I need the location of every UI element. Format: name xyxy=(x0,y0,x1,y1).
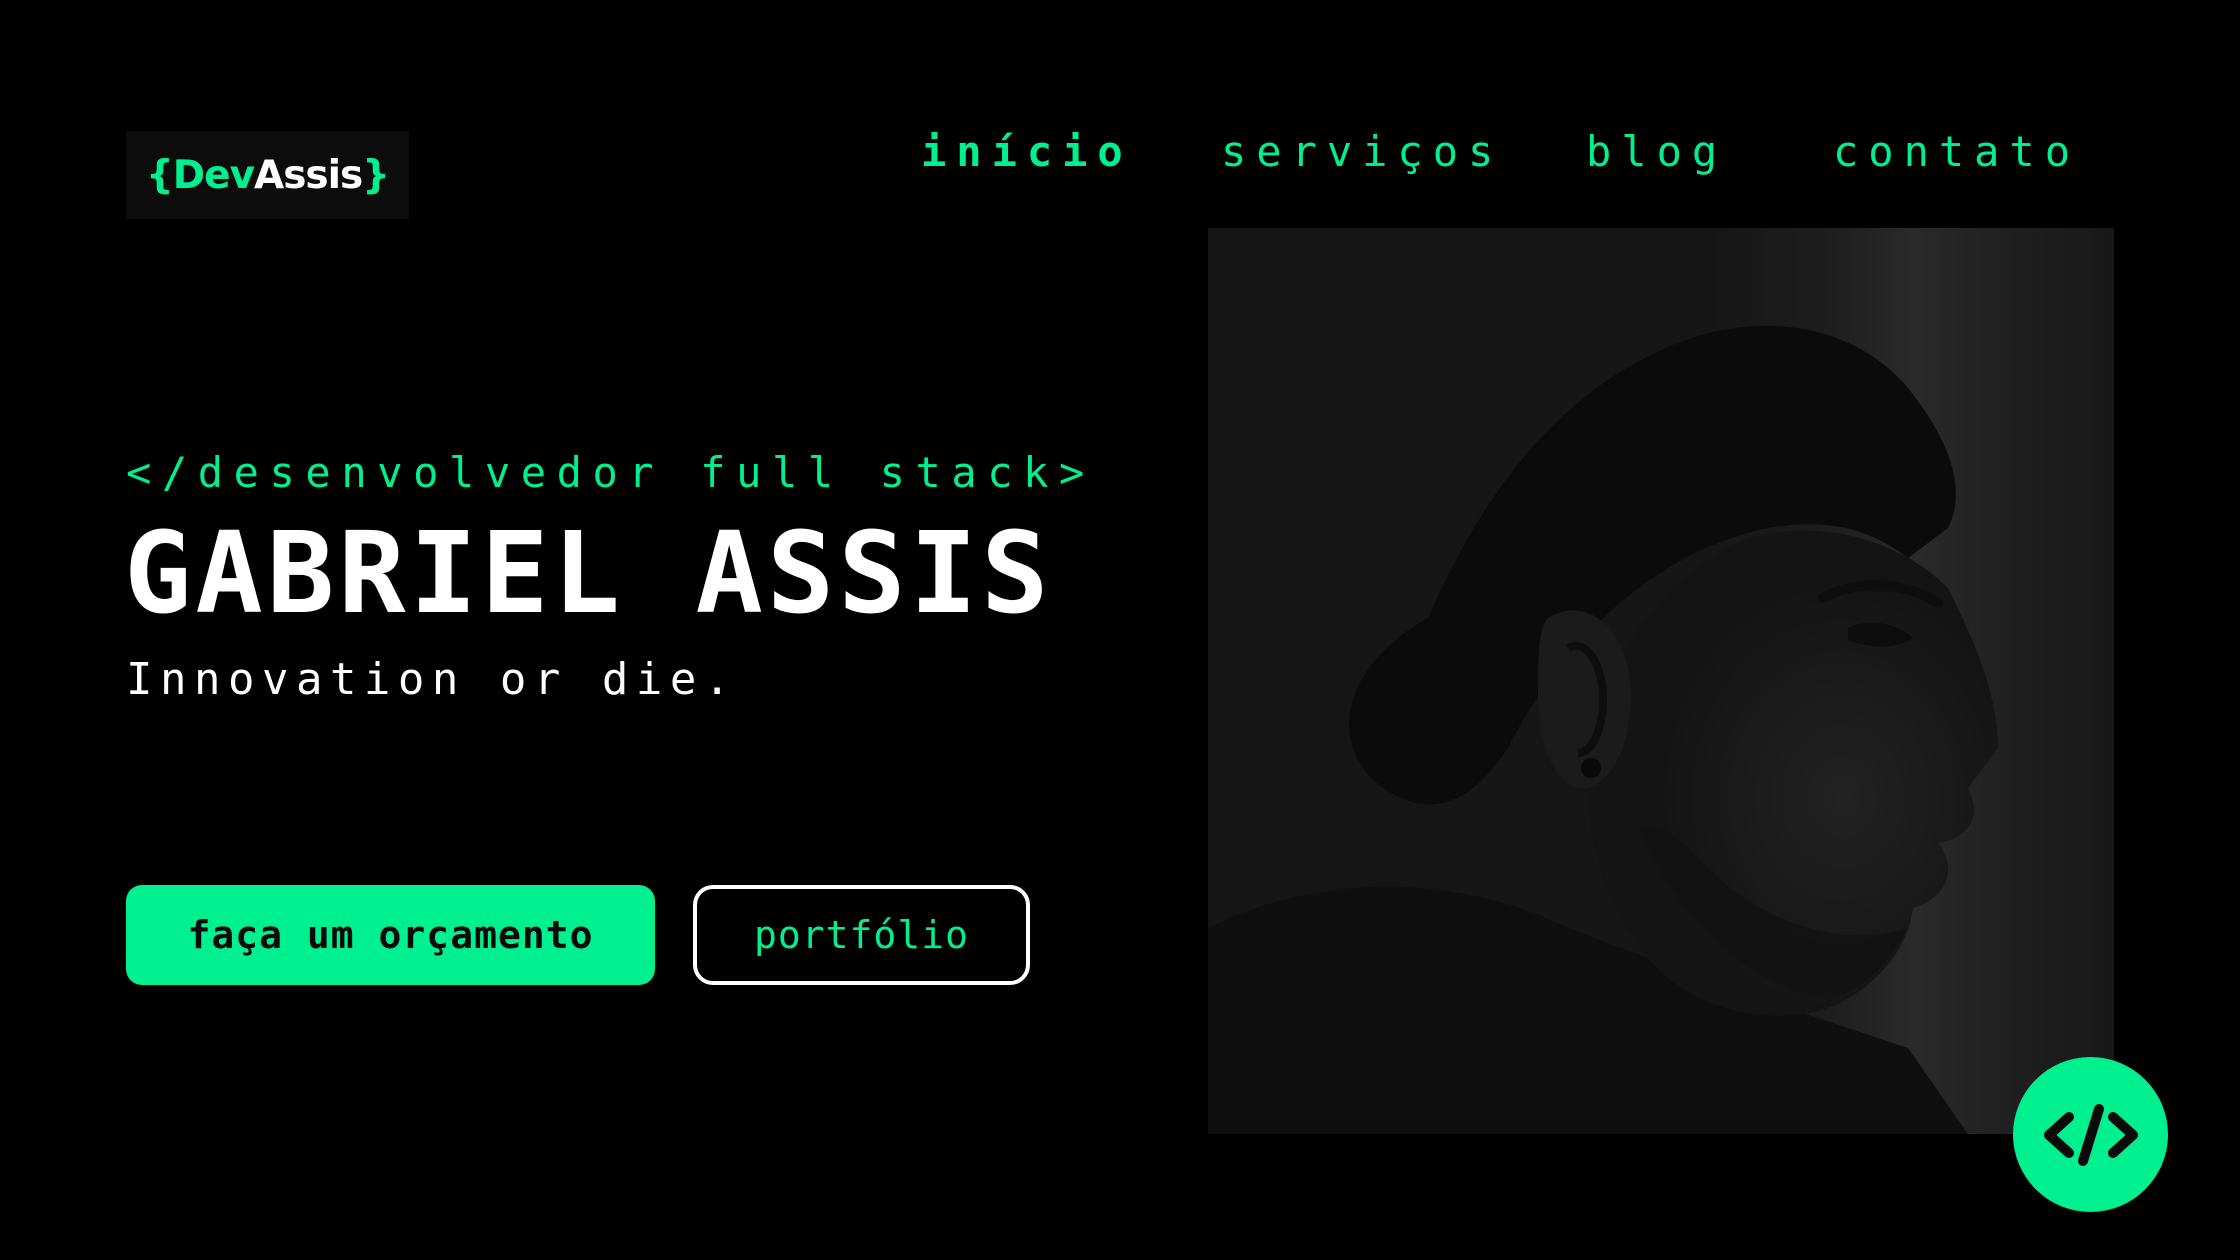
code-icon xyxy=(2043,1103,2138,1166)
nav-item-servicos[interactable]: serviços xyxy=(1221,120,1503,184)
nav-item-blog[interactable]: blog xyxy=(1586,120,1727,184)
nav-item-contato[interactable]: contato xyxy=(1833,120,2080,184)
hero-subtitle: </desenvolvedor full stack> xyxy=(126,448,1095,497)
portrait-photo xyxy=(1208,228,2114,1134)
main-nav: início serviços blog contato xyxy=(0,120,2240,184)
hero-tagline: Innovation or die. xyxy=(126,654,738,705)
nav-item-inicio[interactable]: início xyxy=(921,120,1133,184)
code-button[interactable] xyxy=(2013,1057,2168,1212)
portfolio-button[interactable]: portfólio xyxy=(693,885,1030,985)
request-quote-button[interactable]: faça um orçamento xyxy=(126,885,655,985)
hero-name: GABRIEL ASSIS xyxy=(124,509,1053,639)
